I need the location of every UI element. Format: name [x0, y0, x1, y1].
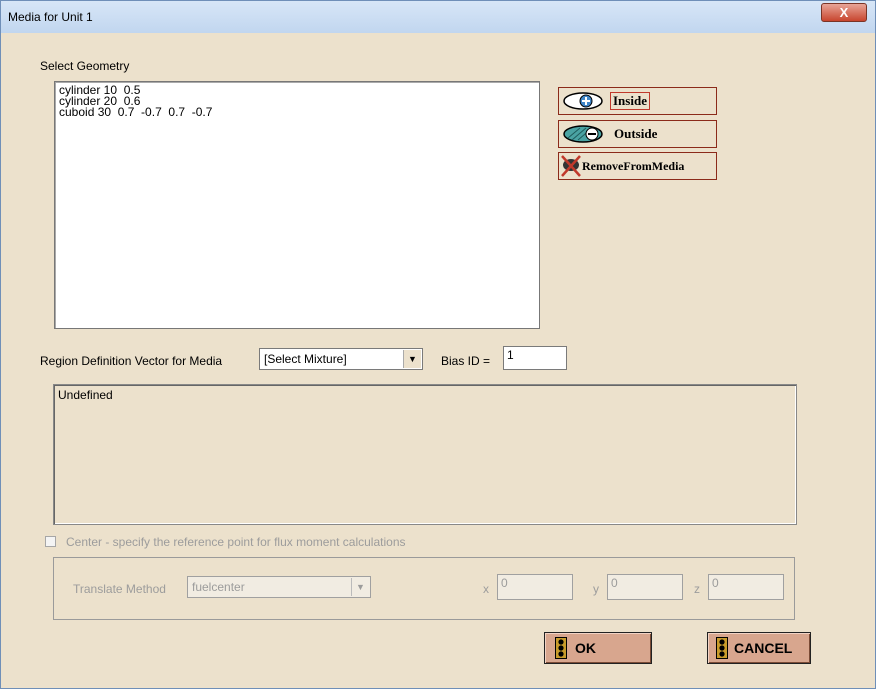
media-dialog: Media for Unit 1 X Select Geometry cylin…: [0, 0, 876, 689]
cancel-label: CANCEL: [734, 640, 793, 656]
y-label: y: [593, 582, 599, 596]
y-input[interactable]: 0: [607, 574, 683, 600]
z-label: z: [694, 582, 700, 596]
region-definition-value: Undefined: [58, 388, 113, 402]
remove-label: RemoveFromMedia: [582, 158, 685, 173]
inside-label: Inside: [610, 92, 650, 110]
translate-method-select[interactable]: fuelcenter ▼: [187, 576, 371, 598]
cancel-button[interactable]: CANCEL: [707, 632, 811, 664]
traffic-light-icon: [555, 637, 567, 659]
mixture-select-value: [Select Mixture]: [264, 352, 347, 366]
translate-method-label: Translate Method: [73, 582, 166, 596]
x-input[interactable]: 0: [497, 574, 573, 600]
list-item[interactable]: cuboid 30 0.7 -0.7 0.7 -0.7: [59, 106, 535, 118]
inside-icon: [563, 92, 603, 110]
region-definition-text[interactable]: Undefined: [53, 384, 797, 525]
title-bar[interactable]: Media for Unit 1 X: [1, 1, 875, 33]
center-checkbox[interactable]: [45, 536, 56, 547]
bias-id-input[interactable]: 1: [503, 346, 567, 370]
geometry-list[interactable]: cylinder 10 0.5 cylinder 20 0.6 cuboid 3…: [54, 81, 540, 329]
outside-label: Outside: [614, 126, 658, 141]
inside-button[interactable]: Inside: [558, 87, 717, 115]
ok-button[interactable]: OK: [544, 632, 652, 664]
outside-button[interactable]: Outside: [558, 120, 717, 148]
window-title: Media for Unit 1: [8, 10, 93, 24]
remove-icon: [561, 155, 581, 177]
center-label: Center - specify the reference point for…: [66, 535, 406, 549]
translate-method-value: fuelcenter: [192, 580, 245, 594]
chevron-down-icon[interactable]: ▼: [351, 578, 369, 596]
remove-from-media-button[interactable]: RemoveFromMedia: [558, 152, 717, 180]
close-button[interactable]: X: [821, 3, 867, 22]
traffic-light-icon: [716, 637, 728, 659]
outside-icon: [563, 125, 603, 143]
chevron-down-icon[interactable]: ▼: [403, 350, 421, 368]
ok-label: OK: [575, 640, 596, 656]
region-vector-label: Region Definition Vector for Media: [40, 354, 223, 368]
bias-id-label: Bias ID =: [441, 354, 491, 368]
x-label: x: [483, 582, 489, 596]
select-geometry-label: Select Geometry: [40, 59, 130, 73]
mixture-select[interactable]: [Select Mixture] ▼: [259, 348, 423, 370]
z-input[interactable]: 0: [708, 574, 784, 600]
close-icon: X: [839, 5, 849, 20]
